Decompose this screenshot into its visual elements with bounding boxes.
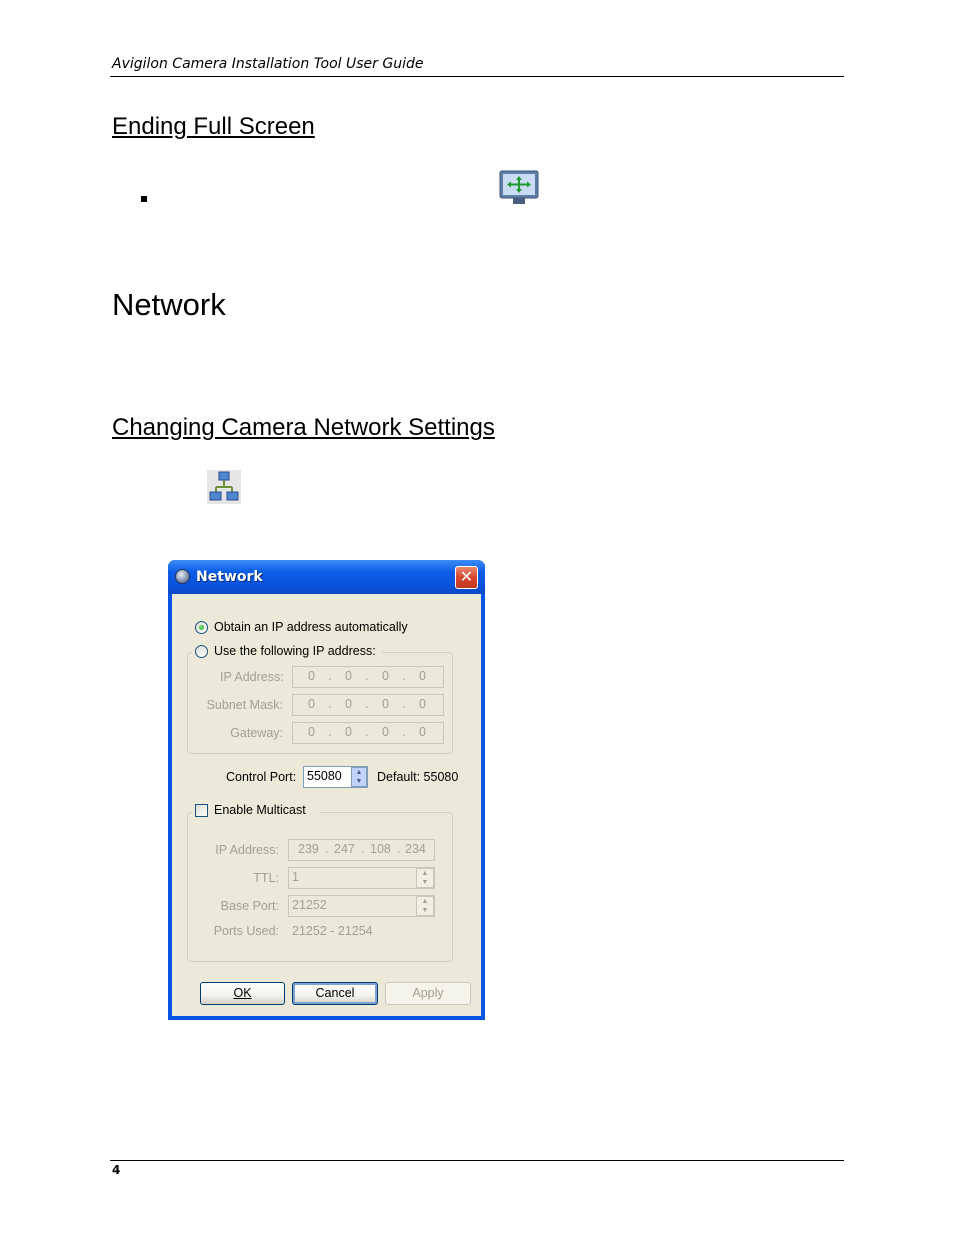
section-heading-ending-full-screen: Ending Full Screen (112, 113, 315, 140)
use-following-radio[interactable] (195, 645, 208, 658)
dialog-client-area: Obtain an IP address automatically Use t… (172, 594, 481, 1016)
ip-dot: . (361, 842, 365, 856)
ip-octet: 0 (382, 697, 389, 711)
fullscreen-toggle-icon (499, 170, 539, 206)
spin-down-icon[interactable]: ▼ (417, 878, 433, 887)
ok-button-label: OK (233, 986, 252, 1000)
section-heading-network: Network (112, 287, 226, 322)
ip-dot: . (328, 669, 332, 683)
obtain-auto-radio[interactable] (195, 621, 208, 634)
ip-octet: 108 (370, 842, 391, 856)
apply-button[interactable]: Apply (385, 982, 471, 1005)
ip-octet: 0 (308, 697, 315, 711)
ip-dot: . (365, 697, 369, 711)
apply-button-label: Apply (412, 986, 444, 1000)
spin-down-icon[interactable]: ▼ (352, 777, 366, 786)
base-port-value: 21252 (292, 898, 327, 912)
ttl-value: 1 (292, 870, 299, 884)
dialog-app-icon (175, 569, 190, 584)
ip-octet: 0 (345, 669, 352, 683)
running-header: Avigilon Camera Installation Tool User G… (112, 56, 424, 72)
ttl-label: TTL: (253, 871, 279, 885)
ttl-input[interactable]: 1 (288, 867, 435, 889)
network-dialog: Network ✕ Obtain an IP address automatic… (168, 560, 485, 1020)
ip-octet: 0 (308, 725, 315, 739)
ip-octet: 247 (334, 842, 355, 856)
ip-dot: . (402, 697, 406, 711)
control-port-default: Default: 55080 (377, 770, 459, 784)
base-port-input[interactable]: 21252 (288, 895, 435, 917)
ip-address-label: IP Address: (220, 670, 284, 684)
subnet-mask-label: Subnet Mask: (206, 698, 283, 712)
dialog-title: Network (196, 569, 263, 585)
header-rule (110, 76, 844, 77)
ip-octet: 0 (419, 669, 426, 683)
ip-octet: 234 (405, 842, 426, 856)
ip-dot: . (328, 697, 332, 711)
enable-multicast-label[interactable]: Enable Multicast (214, 803, 306, 817)
ip-address-field[interactable]: 0 . 0 . 0 . 0 (292, 666, 444, 688)
radio-selected-dot (199, 625, 204, 630)
ip-dot: . (402, 725, 406, 739)
spin-down-icon[interactable]: ▼ (417, 906, 433, 915)
ip-octet: 0 (382, 725, 389, 739)
base-port-label: Base Port: (220, 899, 279, 913)
ok-button[interactable]: OK (200, 982, 285, 1005)
dialog-titlebar[interactable]: Network ✕ (168, 560, 485, 594)
network-settings-icon (207, 470, 241, 504)
gateway-label: Gateway: (230, 726, 283, 740)
close-icon: ✕ (459, 567, 474, 586)
gateway-field[interactable]: 0 . 0 . 0 . 0 (292, 722, 444, 744)
footer-rule (110, 1160, 844, 1161)
ip-octet: 0 (419, 697, 426, 711)
close-button[interactable]: ✕ (455, 566, 478, 589)
multicast-ip-field[interactable]: 239 . 247 . 108 . 234 (288, 839, 435, 861)
ip-dot: . (365, 669, 369, 683)
obtain-auto-label[interactable]: Obtain an IP address automatically (214, 620, 408, 634)
ip-dot: . (328, 725, 332, 739)
control-port-label: Control Port: (226, 770, 297, 784)
cancel-button[interactable]: Cancel (292, 982, 378, 1005)
ttl-spinner[interactable]: ▲ ▼ (416, 868, 434, 888)
ip-dot: . (402, 669, 406, 683)
spin-up-icon[interactable]: ▲ (352, 768, 366, 777)
control-port-value: 55080 (307, 769, 342, 783)
subnet-mask-field[interactable]: 0 . 0 . 0 . 0 (292, 694, 444, 716)
spin-up-icon[interactable]: ▲ (417, 897, 433, 906)
use-following-label[interactable]: Use the following IP address: (214, 644, 376, 658)
ports-used-value: 21252 - 21254 (292, 924, 373, 938)
ip-octet: 0 (308, 669, 315, 683)
ip-octet: 0 (419, 725, 426, 739)
ip-octet: 0 (345, 697, 352, 711)
ip-dot: . (365, 725, 369, 739)
multicast-ip-label: IP Address: (215, 843, 279, 857)
ip-octet: 0 (345, 725, 352, 739)
ip-dot: . (397, 842, 401, 856)
ip-dot: . (325, 842, 329, 856)
base-port-spinner[interactable]: ▲ ▼ (416, 896, 434, 916)
spin-up-icon[interactable]: ▲ (417, 869, 433, 878)
ip-octet: 0 (382, 669, 389, 683)
control-port-spinner[interactable]: ▲ ▼ (351, 767, 367, 787)
bullet (141, 196, 147, 202)
page-number: 4 (112, 1163, 121, 1177)
section-heading-changing-settings: Changing Camera Network Settings (112, 414, 495, 441)
ports-used-label: Ports Used: (213, 924, 279, 938)
enable-multicast-checkbox[interactable] (195, 804, 208, 817)
cancel-button-label: Cancel (315, 986, 355, 1000)
ip-octet: 239 (298, 842, 319, 856)
